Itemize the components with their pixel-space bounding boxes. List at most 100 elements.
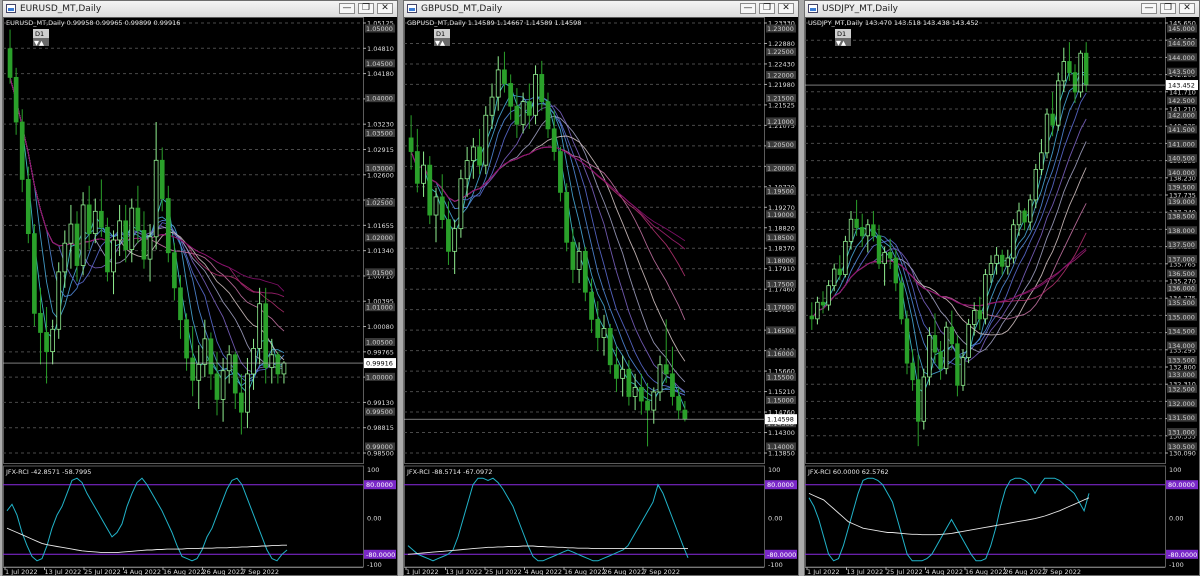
date-tick-label: 13 Jul 2022 bbox=[446, 568, 483, 575]
window-titlebar[interactable]: EURUSD_MT,Daily — ❐ ✕ bbox=[3, 1, 397, 18]
minimize-button[interactable]: — bbox=[740, 3, 756, 14]
price-level-label: 134.000 bbox=[1168, 342, 1195, 350]
candle-body bbox=[520, 101, 526, 125]
price-level-label: 145.000 bbox=[1168, 25, 1195, 33]
price-level-label: 1.15000 bbox=[767, 397, 794, 405]
candle-body bbox=[464, 160, 470, 180]
date-tick-label: 4 Aug 2022 bbox=[525, 568, 563, 575]
price-level-label: 133.500 bbox=[1168, 357, 1195, 365]
date-tick-label: 26 Aug 2022 bbox=[203, 568, 245, 575]
price-tick-label: 0.99130 bbox=[367, 399, 394, 407]
chart-window-usdjpy[interactable]: USDJPY_MT,Daily — ❐ ✕ 145.650144.150143.… bbox=[804, 0, 1200, 576]
price-tick-label: 1.00080 bbox=[367, 323, 394, 331]
price-level-label: 1.15500 bbox=[767, 373, 794, 381]
candle-body bbox=[269, 354, 275, 368]
price-tick-label: 1.02915 bbox=[367, 146, 394, 154]
candle-body bbox=[815, 301, 820, 320]
date-tick-label: 7 Sep 2022 bbox=[643, 568, 680, 575]
candle-body bbox=[50, 328, 56, 352]
price-tick-label: 1.04180 bbox=[367, 70, 394, 78]
price-tick-label: 1.17910 bbox=[768, 265, 795, 273]
chart-area[interactable]: 1.233301.228801.224301.219801.215251.210… bbox=[404, 17, 798, 575]
minimize-button[interactable]: — bbox=[339, 3, 355, 14]
candle-body bbox=[80, 204, 86, 266]
price-level-label: 141.500 bbox=[1168, 126, 1195, 134]
window-titlebar[interactable]: GBPUSD_MT,Daily — ❐ ✕ bbox=[404, 1, 798, 18]
date-tick-label: 1 Jul 2022 bbox=[5, 568, 38, 575]
restore-button[interactable]: ❐ bbox=[1160, 3, 1176, 14]
candle-body bbox=[904, 318, 910, 364]
price-level-label: 1.20000 bbox=[767, 164, 794, 172]
candle-body bbox=[147, 236, 153, 260]
price-level-label: 1.01000 bbox=[366, 304, 393, 312]
candle-body bbox=[439, 196, 445, 220]
chart-area[interactable]: 1.051251.048101.041801.038651.032301.029… bbox=[3, 17, 397, 575]
candle-body bbox=[533, 74, 538, 116]
candle-body bbox=[558, 151, 563, 193]
candle-body bbox=[446, 219, 451, 252]
candle-body bbox=[960, 357, 966, 386]
price-level-label: 132.500 bbox=[1168, 385, 1195, 393]
indicator-tick-label: 0.00 bbox=[367, 515, 381, 523]
candle-body bbox=[159, 159, 165, 199]
indicator-tick-label: 100 bbox=[367, 466, 379, 474]
candle-body bbox=[1011, 224, 1016, 259]
candle-body bbox=[682, 409, 688, 420]
price-level-label: 139.500 bbox=[1168, 184, 1195, 192]
price-level-label: 137.500 bbox=[1168, 241, 1195, 249]
candle-body bbox=[44, 332, 49, 352]
candle-body bbox=[899, 282, 904, 320]
date-tick-label: 4 Aug 2022 bbox=[926, 568, 964, 575]
candle-body bbox=[949, 326, 954, 345]
candle-body bbox=[1056, 80, 1061, 126]
candle-body bbox=[226, 354, 232, 372]
date-tick-label: 4 Aug 2022 bbox=[124, 568, 162, 575]
close-button[interactable]: ✕ bbox=[778, 3, 794, 14]
price-level-label: 131.500 bbox=[1168, 414, 1195, 422]
candle-body bbox=[582, 250, 588, 293]
chart-area[interactable]: 145.650144.150143.690142.200141.710141.2… bbox=[805, 17, 1199, 575]
candle-body bbox=[994, 254, 999, 264]
candle-body bbox=[860, 227, 865, 237]
price-tick-label: 1.04810 bbox=[367, 45, 394, 53]
chart-window-gbpusd[interactable]: GBPUSD_MT,Daily — ❐ ✕ 1.23330 1.22880 1.22… bbox=[403, 0, 799, 576]
price-level-label: 1.01500 bbox=[366, 269, 393, 277]
price-level-label: 140.500 bbox=[1168, 155, 1195, 163]
price-level-label: 138.500 bbox=[1168, 212, 1195, 220]
candle-body bbox=[19, 121, 25, 180]
scroll-arrows-icon: ▼▲ bbox=[435, 39, 445, 47]
timeframe-label: D1 bbox=[837, 30, 846, 38]
chart-window-eurusd[interactable]: EURUSD_MT,Daily — ❐ ✕ 1.05125 1.04810 1.04… bbox=[2, 0, 398, 576]
close-button[interactable]: ✕ bbox=[377, 3, 393, 14]
candle-body bbox=[966, 324, 971, 359]
price-tick-label: 1.01655 bbox=[367, 222, 394, 230]
plot-background bbox=[404, 17, 798, 575]
restore-button[interactable]: ❐ bbox=[759, 3, 775, 14]
price-level-label: 1.00500 bbox=[366, 339, 393, 347]
level-label-lower: -80.0000 bbox=[767, 551, 796, 559]
restore-button[interactable]: ❐ bbox=[358, 3, 374, 14]
price-level-label: 1.16500 bbox=[767, 327, 794, 335]
date-tick-label: 1 Jul 2022 bbox=[406, 568, 439, 575]
price-tick-label: 1.18820 bbox=[768, 224, 795, 232]
price-level-label: 1.03500 bbox=[366, 130, 393, 138]
candle-body bbox=[458, 178, 464, 230]
price-level-label: 1.04000 bbox=[366, 95, 393, 103]
candle-body bbox=[676, 396, 682, 411]
candle-body bbox=[927, 335, 932, 378]
date-tick-label: 25 Jul 2022 bbox=[485, 568, 522, 575]
timeframe-label: D1 bbox=[35, 30, 44, 38]
date-tick-label: 25 Jul 2022 bbox=[84, 568, 121, 575]
close-button[interactable]: ✕ bbox=[1179, 3, 1195, 14]
price-level-label: 140.000 bbox=[1168, 169, 1195, 177]
candle-body bbox=[893, 257, 898, 284]
window-titlebar[interactable]: USDJPY_MT,Daily — ❐ ✕ bbox=[805, 1, 1199, 18]
price-tick-label: 1.18370 bbox=[768, 245, 795, 253]
candle-body bbox=[843, 240, 848, 275]
candle-body bbox=[508, 83, 514, 107]
price-tick-label: 1.21980 bbox=[768, 81, 795, 89]
candle-body bbox=[483, 114, 489, 166]
minimize-button[interactable]: — bbox=[1141, 3, 1157, 14]
price-tick-label: 1.03230 bbox=[367, 121, 394, 129]
price-level-label: 1.02000 bbox=[366, 234, 393, 242]
